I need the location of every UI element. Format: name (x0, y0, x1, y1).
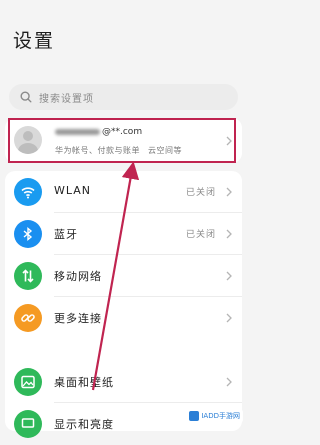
more-connections-icon-bg (14, 304, 42, 332)
chevron-right-icon (226, 229, 232, 239)
wlan-icon-bg (14, 178, 42, 206)
mobile-data-icon (22, 269, 34, 283)
settings-item-mobile-network[interactable]: 移动网络 (5, 255, 242, 297)
wlan-label: WLAN (54, 184, 92, 197)
watermark-logo-icon (189, 411, 200, 421)
chevron-right-icon (226, 377, 232, 387)
chevron-right-icon (226, 313, 232, 323)
display-icon (21, 418, 35, 428)
chevron-right-icon (226, 187, 232, 197)
settings-item-wlan[interactable]: WLAN 已关闭 (5, 171, 242, 213)
chevron-right-icon (226, 271, 232, 281)
bluetooth-icon (23, 227, 33, 241)
mobile-network-label: 移动网络 (54, 270, 102, 283)
bluetooth-status: 已关闭 (185, 230, 216, 240)
display-label: 显示和亮度 (54, 418, 114, 431)
settings-item-wallpaper[interactable]: 桌面和壁纸 (5, 361, 242, 403)
display-icon-bg (14, 410, 42, 438)
wallpaper-icon (21, 375, 35, 389)
wallpaper-label: 桌面和壁纸 (54, 376, 114, 389)
link-icon (21, 314, 35, 322)
watermark: IADD手游网 (186, 410, 243, 422)
bluetooth-icon-bg (14, 220, 42, 248)
more-connections-label: 更多连接 (54, 312, 102, 325)
page-title: 设置 (13, 30, 56, 52)
highlight-box (8, 118, 236, 163)
wlan-status: 已关闭 (185, 188, 216, 198)
settings-list: WLAN 已关闭 蓝牙 已关闭 移动网络 更多连接 桌面和壁纸 显示和亮度 (5, 171, 242, 438)
mobile-network-icon-bg (14, 262, 42, 290)
search-icon (20, 91, 32, 103)
wallpaper-icon-bg (14, 368, 42, 396)
bluetooth-label: 蓝牙 (54, 228, 78, 241)
settings-item-more-connections[interactable]: 更多连接 (5, 297, 242, 339)
wifi-icon (21, 187, 35, 199)
watermark-text: IADD手游网 (201, 412, 240, 420)
search-placeholder: 搜索设置项 (39, 93, 94, 105)
settings-item-bluetooth[interactable]: 蓝牙 已关闭 (5, 213, 242, 255)
search-bar[interactable]: 搜索设置项 (9, 84, 238, 110)
